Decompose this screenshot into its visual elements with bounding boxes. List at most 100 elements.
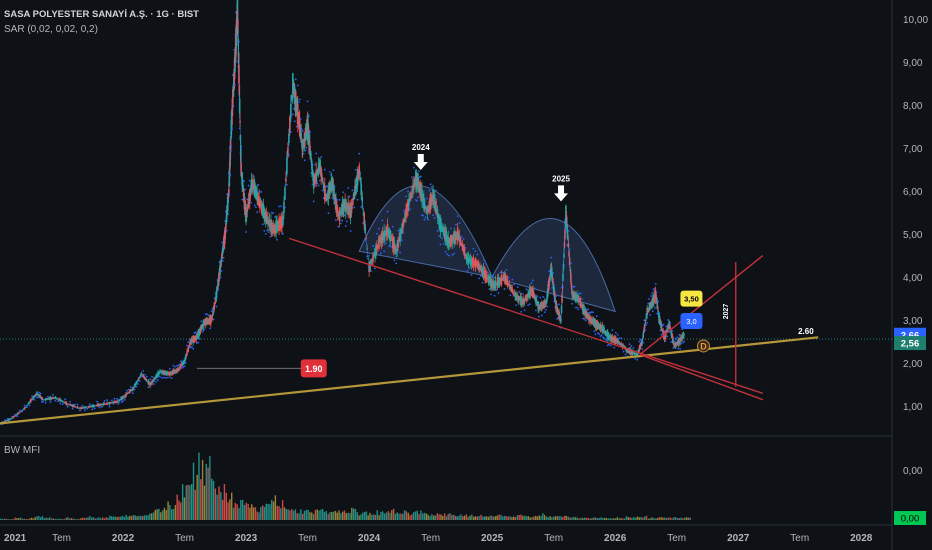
mfi-bar bbox=[454, 515, 457, 520]
mfi-bar bbox=[78, 519, 80, 520]
mfi-bar bbox=[445, 516, 448, 520]
sar-dot bbox=[232, 105, 235, 108]
sar-dot bbox=[81, 404, 84, 407]
sar-dot bbox=[349, 230, 352, 232]
sar-dot bbox=[66, 405, 69, 408]
sar-dot bbox=[272, 212, 275, 214]
y-tick-label: 8,00 bbox=[903, 101, 923, 112]
mfi-bar bbox=[5, 518, 7, 520]
mfi-bar bbox=[301, 513, 304, 520]
mfi-bar bbox=[130, 515, 133, 520]
mfi-bar bbox=[118, 516, 120, 520]
mfi-bar bbox=[387, 511, 389, 520]
sar-dot bbox=[405, 195, 407, 198]
sar-dot bbox=[679, 347, 682, 350]
mfi-bar bbox=[274, 495, 277, 520]
mfi-bar bbox=[32, 518, 35, 520]
price-chart[interactable]: 1,00 2,00 3,00 4,00 5,00 6,00 7,00 8,00 9,00 10,0… bbox=[0, 0, 932, 550]
mfi-bar bbox=[416, 510, 419, 520]
mfi-bar bbox=[585, 517, 588, 520]
mfi-bar bbox=[463, 515, 466, 520]
sar-dot bbox=[616, 333, 619, 336]
mfi-bar bbox=[469, 515, 471, 520]
sar-dot bbox=[49, 401, 52, 403]
sar-dot bbox=[532, 279, 534, 282]
sar-dot bbox=[390, 245, 392, 248]
mfi-bar bbox=[10, 519, 13, 520]
sar-dot bbox=[428, 189, 431, 192]
mfi-bar bbox=[420, 510, 422, 520]
mfi-bar bbox=[120, 516, 122, 520]
sar-dot bbox=[520, 310, 523, 313]
sar-dot bbox=[379, 252, 382, 255]
mfi-bar bbox=[172, 508, 175, 520]
mfi-bar bbox=[183, 497, 186, 520]
sar-dot bbox=[219, 276, 222, 279]
mfi-bar bbox=[74, 519, 76, 520]
sar-dot bbox=[649, 313, 652, 316]
sar-dot bbox=[655, 291, 658, 294]
mfi-bar bbox=[662, 517, 664, 520]
sar-dot bbox=[83, 409, 86, 412]
sar-dot bbox=[61, 403, 64, 406]
mfi-bar bbox=[251, 504, 253, 520]
sar-dot bbox=[267, 231, 270, 234]
sar-dot bbox=[535, 309, 537, 312]
sar-dot bbox=[584, 319, 587, 322]
mfi-bar bbox=[211, 478, 213, 520]
sar-dot bbox=[552, 271, 555, 274]
mfi-bar bbox=[653, 517, 655, 520]
sar-dot bbox=[433, 217, 436, 219]
mfi-bar bbox=[614, 518, 617, 520]
sar-dot bbox=[255, 206, 257, 209]
sar-dot bbox=[197, 341, 200, 344]
sar-dot bbox=[142, 370, 145, 372]
sar-dot bbox=[539, 296, 542, 299]
sar-dot bbox=[417, 170, 420, 173]
mfi-bar bbox=[201, 459, 204, 520]
sar-dot bbox=[412, 166, 415, 169]
mfi-bar bbox=[247, 503, 249, 520]
sar-dot bbox=[593, 330, 596, 333]
sar-dot bbox=[222, 256, 225, 259]
sar-dot bbox=[122, 400, 124, 402]
sar-dot bbox=[316, 182, 319, 185]
mfi-bar bbox=[503, 515, 506, 520]
sar-dot bbox=[645, 323, 648, 326]
mfi-bar bbox=[354, 508, 357, 520]
mfi-bar bbox=[391, 510, 393, 520]
sar-dot bbox=[618, 337, 621, 339]
sar-dot bbox=[221, 241, 224, 244]
mfi-bar bbox=[147, 515, 149, 520]
mfi-bar bbox=[311, 512, 313, 520]
mfi-bar bbox=[181, 484, 184, 520]
sar-dot bbox=[338, 198, 341, 201]
mfi-bar bbox=[634, 517, 637, 520]
mfi-bar bbox=[112, 516, 115, 520]
x-tick-label: Tem bbox=[52, 533, 71, 544]
y-tick-label: 10,00 bbox=[903, 15, 928, 26]
sar-dot bbox=[248, 179, 251, 182]
mfi-bar bbox=[547, 517, 550, 520]
mfi-bar bbox=[405, 511, 408, 520]
last-price-text: 2,56 bbox=[901, 339, 920, 350]
sar-dot bbox=[515, 304, 517, 307]
mfi-bar bbox=[545, 516, 548, 520]
mfi-bar bbox=[456, 516, 458, 520]
sar-dot bbox=[444, 250, 447, 253]
mfi-bar bbox=[558, 516, 560, 520]
level-annotation-text: 2.60 bbox=[798, 327, 814, 336]
mfi-bar bbox=[434, 515, 437, 520]
mfi-bar bbox=[121, 515, 124, 520]
sar-dot bbox=[669, 321, 672, 324]
sar-dot bbox=[354, 168, 357, 171]
mfi-bar bbox=[492, 516, 495, 520]
sar-dot bbox=[653, 287, 656, 290]
mfi-bar bbox=[560, 516, 562, 520]
sar-dot bbox=[670, 340, 673, 343]
mfi-bar bbox=[309, 512, 311, 520]
sar-dot bbox=[615, 331, 617, 334]
sar-dot bbox=[641, 348, 644, 350]
mfi-bar bbox=[394, 513, 397, 520]
sar-dot bbox=[280, 205, 282, 208]
